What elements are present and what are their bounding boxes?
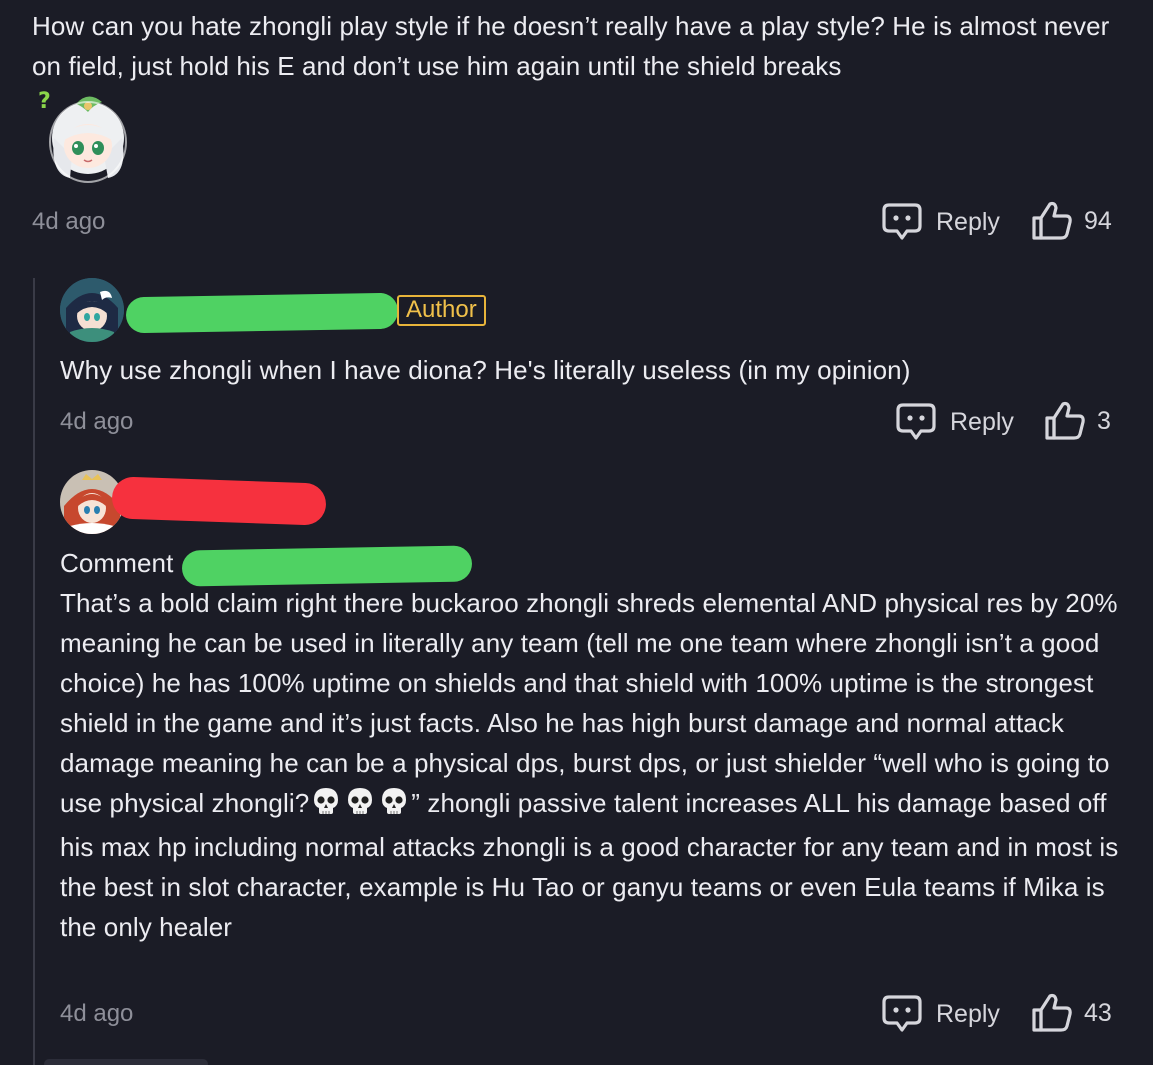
timestamp: 4d ago — [32, 208, 106, 235]
comment-text: How can you hate zhongli play style if h… — [32, 11, 1110, 81]
like-count: 94 — [1084, 206, 1112, 235]
reply-label: Reply — [936, 207, 1000, 236]
thread-line — [33, 278, 35, 1065]
avatar[interactable] — [60, 278, 124, 342]
like-button[interactable]: 43 — [1030, 992, 1112, 1034]
reply-button[interactable]: Reply — [881, 202, 1000, 242]
redacted-reply-target — [181, 545, 473, 587]
thumbs-up-icon — [1030, 200, 1074, 242]
timestamp: 4d ago — [60, 408, 134, 435]
skull-icon — [311, 786, 341, 827]
reply-to-label: Comment — [60, 548, 174, 578]
reply-text-part1: That’s a bold claim right there buckaroo… — [60, 588, 1118, 818]
timestamp: 4d ago — [60, 1000, 134, 1027]
skull-icon — [345, 786, 375, 827]
reply-button[interactable]: Reply — [895, 402, 1014, 442]
comment-bubble-icon — [881, 994, 923, 1034]
thumbs-up-icon — [1030, 992, 1074, 1034]
author-badge: Author — [397, 295, 486, 326]
reply-button[interactable]: Reply — [881, 994, 1000, 1034]
redacted-username — [111, 476, 327, 526]
comment-bubble-icon — [881, 202, 923, 242]
svg-text:?: ? — [38, 89, 51, 114]
reply-label: Reply — [950, 407, 1014, 436]
thumbs-up-icon — [1043, 400, 1087, 442]
sticker-image: ? — [32, 86, 132, 186]
reply-text: Why use zhongli when I have diona? He's … — [60, 355, 911, 385]
reply-label: Reply — [936, 999, 1000, 1028]
like-button[interactable]: 94 — [1030, 200, 1112, 242]
reply-text: That’s a bold claim right there buckaroo… — [60, 583, 1128, 947]
like-count: 43 — [1084, 998, 1112, 1027]
comment-bubble-icon — [895, 402, 937, 442]
skull-icon — [379, 786, 409, 827]
like-count: 3 — [1097, 406, 1111, 435]
like-button[interactable]: 3 — [1043, 400, 1111, 442]
more-replies-pill[interactable] — [44, 1059, 208, 1065]
redacted-username — [125, 292, 399, 334]
